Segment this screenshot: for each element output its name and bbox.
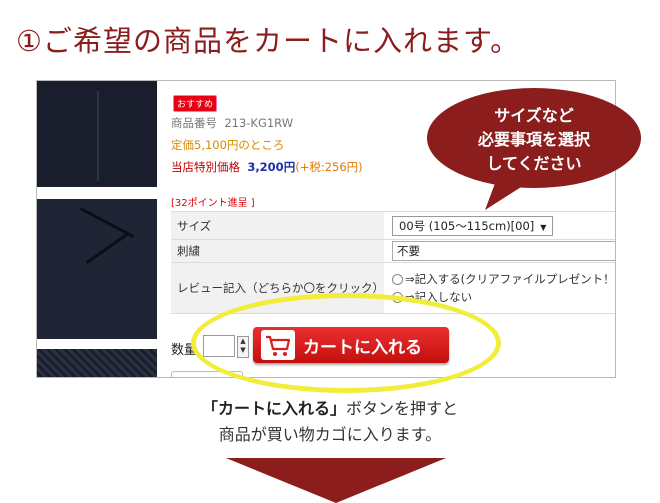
product-code-label: 商品番号	[171, 116, 217, 130]
product-code: 商品番号 213-KG1RW	[171, 115, 293, 131]
review-option-skip[interactable]: ⇒記入しない	[392, 288, 615, 306]
bubble-line-3: してください	[486, 154, 582, 173]
radio-icon	[392, 274, 403, 285]
quantity-input[interactable]	[203, 335, 235, 357]
sale-price-row: 当店特別価格 3,200円(+税:256円)	[171, 159, 363, 175]
instruction-caption: 「カートに入れる」ボタンを押すと 商品が買い物カゴに入ります。	[0, 396, 660, 448]
points-note: [32ポイント進呈 ]	[171, 198, 255, 209]
tax-note: (+税:256円)	[295, 160, 363, 174]
review-option-write[interactable]: ⇒記入する(クリアファイルプレゼント！)	[392, 270, 615, 288]
sale-price-value: 3,200円	[247, 160, 296, 174]
speech-bubble-text: サイズなど 必要事項を選択 してください	[425, 104, 643, 176]
recommend-badge: おすすめ	[173, 95, 218, 112]
caption-highlight: 「カートに入れる」	[201, 399, 346, 418]
list-price: 定価5,100円のところ	[171, 138, 285, 152]
radio-icon	[392, 292, 403, 303]
size-select[interactable]: 00号 (105～115cm)[00] ▼	[392, 215, 554, 236]
caption-line-2: 商品が買い物カゴに入ります。	[218, 425, 442, 444]
bubble-line-2: 必要事項を選択	[477, 130, 590, 149]
size-label: サイズ	[171, 211, 384, 240]
product-code-value: 213-KG1RW	[224, 116, 294, 130]
review-label: レビュー記入（どちらか〇をクリック）	[171, 262, 384, 314]
add-to-cart-label: カートに入れる	[303, 337, 422, 358]
add-to-cart-button[interactable]: カートに入れる	[253, 327, 449, 363]
bubble-line-1: サイズなど	[494, 106, 574, 125]
secondary-tab	[171, 371, 243, 377]
options-table: サイズ 00号 (105～115cm)[00] ▼ 刺繍 不要 レビュー記入（どち…	[171, 211, 615, 314]
spinner-icon[interactable]: ▲ ▼	[237, 336, 249, 358]
product-photo-middle	[37, 199, 157, 339]
cart-icon	[261, 330, 295, 360]
sale-price-label: 当店特別価格	[171, 160, 240, 174]
size-select-value: 00号 (105～115cm)[00]	[399, 218, 535, 233]
quantity-label: 数量	[171, 343, 198, 358]
down-arrow-icon	[226, 458, 446, 503]
chevron-down-icon: ▼	[540, 222, 547, 232]
embroidery-label: 刺繍	[171, 239, 384, 263]
product-photo-top	[37, 81, 157, 187]
caption-line-1-rest: ボタンを押すと	[346, 399, 459, 418]
caption-line-1: 「カートに入れる」ボタンを押すと	[0, 396, 660, 422]
product-photo-bottom	[37, 349, 157, 377]
step-title: ①ご希望の商品をカートに入れます。	[16, 24, 521, 58]
embroidery-select[interactable]: 不要	[392, 241, 615, 261]
